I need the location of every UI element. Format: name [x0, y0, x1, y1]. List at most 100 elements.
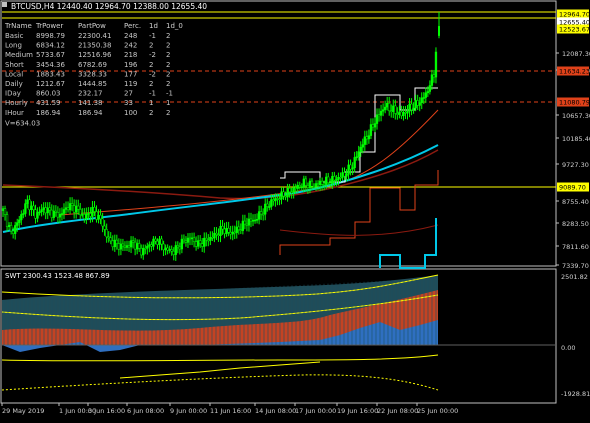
- candle-body: [406, 110, 409, 114]
- candle-body: [247, 218, 251, 226]
- candle-body: [119, 243, 123, 250]
- candle-body: [392, 105, 395, 112]
- candle-body: [430, 74, 434, 86]
- candle-body: [162, 243, 165, 251]
- table-cell: 141.38: [78, 99, 103, 107]
- table-cell: 100: [124, 109, 137, 117]
- candle-body: [146, 245, 149, 249]
- price-tick-label: 8283.50: [562, 220, 589, 228]
- table-cell: 2: [166, 32, 170, 40]
- candle-body: [264, 203, 267, 215]
- table-cell: IDay: [5, 90, 21, 98]
- candle-body: [192, 237, 196, 243]
- table-cell: 860.03: [36, 90, 61, 98]
- candle-body: [125, 245, 129, 248]
- table-header-cell: PartPow: [78, 22, 106, 30]
- table-cell: 242: [124, 42, 137, 50]
- time-tick-label: 22 Jun 08:00: [377, 407, 418, 415]
- candle-body: [225, 228, 228, 234]
- table-cell: 1444.85: [78, 80, 107, 88]
- candle-body: [178, 246, 181, 250]
- price-badge-label: 9089.70: [559, 184, 586, 192]
- table-header-cell: TrName: [4, 22, 32, 30]
- candle-body: [127, 245, 131, 248]
- candle-body: [152, 238, 155, 247]
- table-cell: 2: [166, 109, 170, 117]
- candle-body: [38, 211, 41, 214]
- candle-body: [337, 177, 340, 180]
- time-tick-label: 6 Jun 08:00: [127, 407, 164, 415]
- candle-body: [320, 180, 324, 185]
- candle-body: [390, 110, 393, 113]
- candle-body: [227, 228, 230, 233]
- candle-body: [42, 207, 45, 210]
- table-cell: 186.94: [78, 109, 103, 117]
- symbol-title: BTCUSD,H4 12440.40 12964.70 12388.00 126…: [11, 2, 207, 11]
- candle-body: [371, 124, 375, 128]
- candle-body: [221, 225, 224, 230]
- candle-body: [62, 209, 66, 214]
- candle-body: [16, 222, 19, 226]
- table-cell: 2: [166, 51, 170, 59]
- price-badge-label: 12964.70: [559, 11, 590, 19]
- candle-body: [215, 232, 218, 235]
- table-cell: -2: [149, 51, 156, 59]
- candle-body: [166, 247, 169, 251]
- candle-body: [1, 208, 5, 211]
- candle-body: [347, 164, 350, 175]
- table-cell: -1: [166, 90, 173, 98]
- candle-body: [361, 144, 364, 148]
- candle-body: [196, 240, 200, 247]
- candle-body: [184, 240, 188, 243]
- candle-body: [292, 187, 295, 193]
- candle-body: [24, 203, 27, 214]
- table-cell: 196: [124, 61, 138, 69]
- window-icon: [2, 2, 7, 7]
- table-cell: Local: [5, 70, 23, 78]
- candle-body: [201, 243, 204, 247]
- candle-body: [91, 207, 94, 217]
- candle-body: [30, 205, 33, 210]
- candle-body: [213, 232, 216, 239]
- candle-body: [182, 238, 186, 242]
- candle-body: [142, 247, 145, 256]
- candle-body: [217, 234, 220, 236]
- candle-body: [239, 229, 242, 231]
- candle-body: [335, 179, 338, 181]
- candle-body: [209, 237, 212, 241]
- table-cell: 8998.79: [36, 32, 65, 40]
- candle-body: [170, 249, 173, 252]
- candle-body: [50, 209, 53, 218]
- time-tick-label: 11 Jun 16:00: [210, 407, 251, 415]
- table-header-cell: TrPower: [35, 22, 63, 30]
- candle-body: [367, 135, 371, 140]
- candle-body: [180, 238, 184, 250]
- indicator-tick-label: 2501.82: [561, 273, 588, 281]
- candle-body: [138, 243, 141, 249]
- table-cell: 33: [124, 99, 133, 107]
- candle-body: [394, 105, 397, 114]
- candle-body: [243, 220, 247, 225]
- candle-body: [266, 203, 269, 207]
- candle-body: [280, 191, 283, 200]
- chart-canvas[interactable]: 12087.3011559.0010657.3010185.409727.308…: [0, 0, 590, 419]
- mt4-chart-window[interactable]: 12087.3011559.0010657.3010185.409727.308…: [0, 0, 590, 419]
- table-cell: IHour: [5, 109, 24, 117]
- candle-body: [186, 237, 190, 243]
- candle-body: [140, 248, 143, 256]
- price-tick-label: 10657.30: [562, 112, 590, 120]
- candle-body: [369, 124, 373, 136]
- candle-body: [284, 195, 287, 198]
- table-cell: 431.59: [36, 99, 61, 107]
- candle-body: [310, 180, 314, 187]
- candle-body: [26, 199, 29, 204]
- candle-body: [329, 182, 332, 184]
- table-cell: 1212.67: [36, 80, 65, 88]
- candle-body: [154, 238, 157, 242]
- table-cell: Basic: [5, 32, 24, 40]
- table-cell: Daily: [5, 80, 23, 88]
- candle-body: [231, 231, 234, 235]
- candle-body: [270, 199, 273, 207]
- table-cell: 2: [166, 61, 170, 69]
- candle-body: [268, 206, 271, 208]
